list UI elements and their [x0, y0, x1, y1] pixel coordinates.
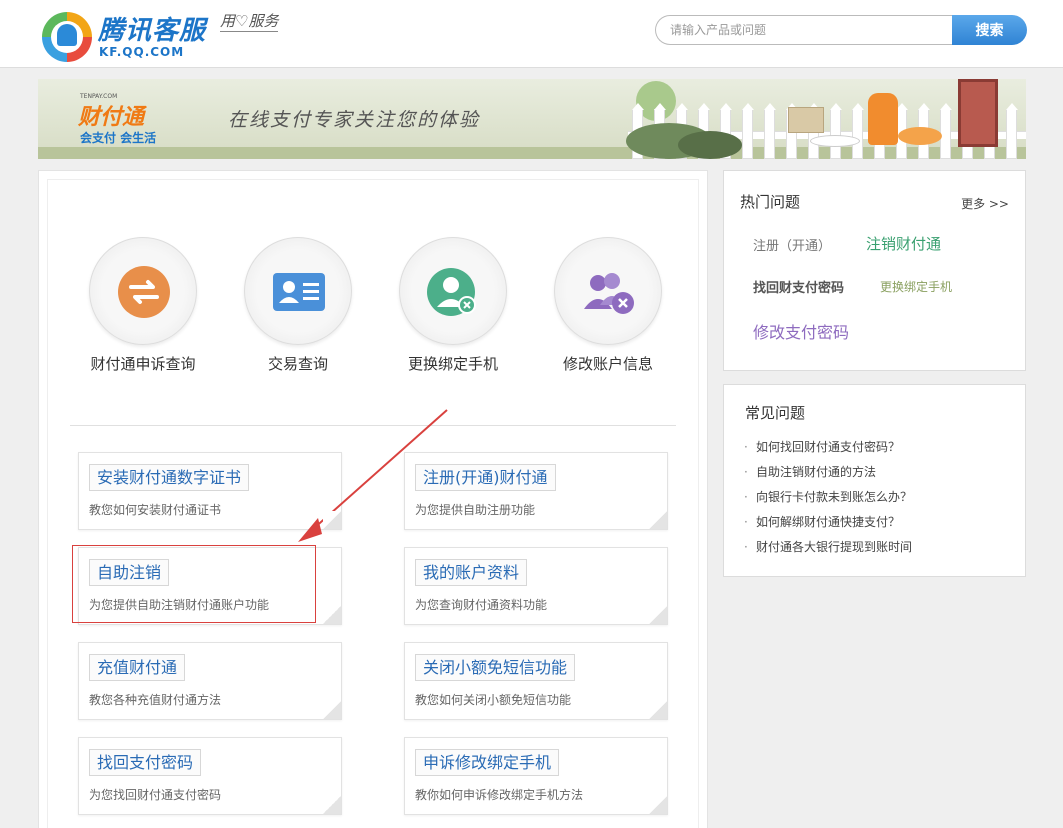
bell-icon — [57, 24, 77, 46]
card-title: 充值财付通 — [89, 654, 186, 681]
service-change-phone[interactable]: 更换绑定手机 — [383, 237, 523, 377]
search-bar: 搜索 — [655, 15, 1027, 45]
faq-panel: 常见问题 如何找回财付通支付密码？ 自助注销财付通的方法 向银行卡付款未到账怎么… — [723, 384, 1026, 577]
card-register[interactable]: 注册(开通)财付通 为您提供自助注册功能 — [404, 452, 668, 530]
user-remove-icon — [427, 268, 476, 316]
faq-list: 如何找回财付通支付密码？ 自助注销财付通的方法 向银行卡付款未到账怎么办？ 如何… — [744, 437, 912, 562]
card-appeal-phone[interactable]: 申诉修改绑定手机 教你如何申诉修改绑定手机方法 — [404, 737, 668, 815]
service-label: 更换绑定手机 — [407, 355, 498, 373]
section-divider — [70, 425, 676, 426]
card-title: 安装财付通数字证书 — [89, 464, 250, 491]
door-illustration — [958, 79, 998, 147]
faq-item[interactable]: 财付通各大银行提现到账时间 — [744, 537, 912, 562]
box-illustration — [788, 107, 824, 133]
tenpay-banner: TENPAY.COM 财付通 会支付 会生活 在线支付专家关注您的体验 — [38, 79, 1026, 159]
card-desc: 为您找回财付通支付密码 — [89, 788, 222, 802]
hot-link-register[interactable]: 注册（开通） — [753, 235, 831, 254]
card-recover-password[interactable]: 找回支付密码 为您找回财付通支付密码 — [78, 737, 342, 815]
card-title: 找回支付密码 — [89, 749, 202, 776]
logo-slogan: 用♡服务 — [220, 12, 279, 32]
faq-item[interactable]: 如何找回财付通支付密码？ — [744, 437, 912, 462]
faq-item[interactable]: 向银行卡付款未到账怎么办？ — [744, 487, 912, 512]
card-desc: 为您提供自助注销财付通账户功能 — [89, 598, 270, 612]
service-modify-account[interactable]: 修改账户信息 — [538, 237, 678, 377]
more-link[interactable]: 更多 >> — [961, 195, 1009, 212]
search-input[interactable] — [655, 15, 965, 45]
faq-item[interactable]: 自助注销财付通的方法 — [744, 462, 912, 487]
card-title: 注册(开通)财付通 — [415, 464, 556, 491]
card-self-cancel[interactable]: 自助注销 为您提供自助注销财付通账户功能 — [78, 547, 342, 625]
service-label: 修改账户信息 — [562, 355, 653, 373]
card-title: 自助注销 — [89, 559, 170, 586]
faq-item[interactable]: 如何解绑财付通快捷支付？ — [744, 512, 912, 537]
service-transaction-query[interactable]: 交易查询 — [228, 237, 368, 377]
service-label: 交易查询 — [267, 355, 328, 373]
main-panel: 财付通申诉查询 交易查询 更换绑定手机 修改账户信息 安装财付通数字证书 教您如… — [38, 170, 708, 828]
fox-illustration — [868, 93, 898, 145]
card-install-certificate[interactable]: 安装财付通数字证书 教您如何安装财付通证书 — [78, 452, 342, 530]
card-desc: 教您如何关闭小额免短信功能 — [415, 693, 572, 707]
card-account-info[interactable]: 我的账户资料 为您查询财付通资料功能 — [404, 547, 668, 625]
card-title: 申诉修改绑定手机 — [415, 749, 560, 776]
service-label: 财付通申诉查询 — [90, 355, 196, 373]
card-close-sms[interactable]: 关闭小额免短信功能 教您如何关闭小额免短信功能 — [404, 642, 668, 720]
hot-link-recover-password[interactable]: 找回财支付密码 — [753, 277, 844, 296]
faq-title: 常见问题 — [745, 404, 806, 422]
plate-illustration — [810, 135, 860, 147]
card-desc: 为您提供自助注册功能 — [415, 503, 536, 517]
card-recharge[interactable]: 充值财付通 教您各种充值财付通方法 — [78, 642, 342, 720]
hot-link-cancel[interactable]: 注销财付通 — [866, 233, 941, 254]
id-card-icon — [273, 273, 325, 311]
tencent-kf-logo[interactable]: 腾讯客服 KF.QQ.COM 用♡服务 — [42, 8, 302, 62]
hot-questions-panel: 热门问题 更多 >> 注册（开通） 注销财付通 找回财支付密码 更换绑定手机 修… — [723, 170, 1026, 371]
logo-title: 腾讯客服 — [98, 16, 207, 46]
header: 腾讯客服 KF.QQ.COM 用♡服务 搜索 — [0, 0, 1063, 68]
logo-url: KF.QQ.COM — [99, 45, 185, 59]
card-desc: 教您各种充值财付通方法 — [89, 693, 222, 707]
hot-questions-title: 热门问题 — [740, 193, 801, 211]
exchange-icon — [118, 266, 170, 318]
card-desc: 教您如何安装财付通证书 — [89, 503, 222, 517]
banner-slogan: 在线支付专家关注您的体验 — [228, 109, 481, 131]
search-button[interactable]: 搜索 — [952, 15, 1027, 45]
users-remove-icon — [584, 273, 634, 314]
card-desc: 为您查询财付通资料功能 — [415, 598, 548, 612]
service-appeal-query[interactable]: 财付通申诉查询 — [73, 237, 213, 377]
card-desc: 教你如何申诉修改绑定手机方法 — [415, 788, 584, 802]
card-title: 我的账户资料 — [415, 559, 528, 586]
hot-link-change-phone[interactable]: 更换绑定手机 — [880, 278, 952, 295]
hot-link-modify-password[interactable]: 修改支付密码 — [753, 319, 849, 343]
card-title: 关闭小额免短信功能 — [415, 654, 576, 681]
